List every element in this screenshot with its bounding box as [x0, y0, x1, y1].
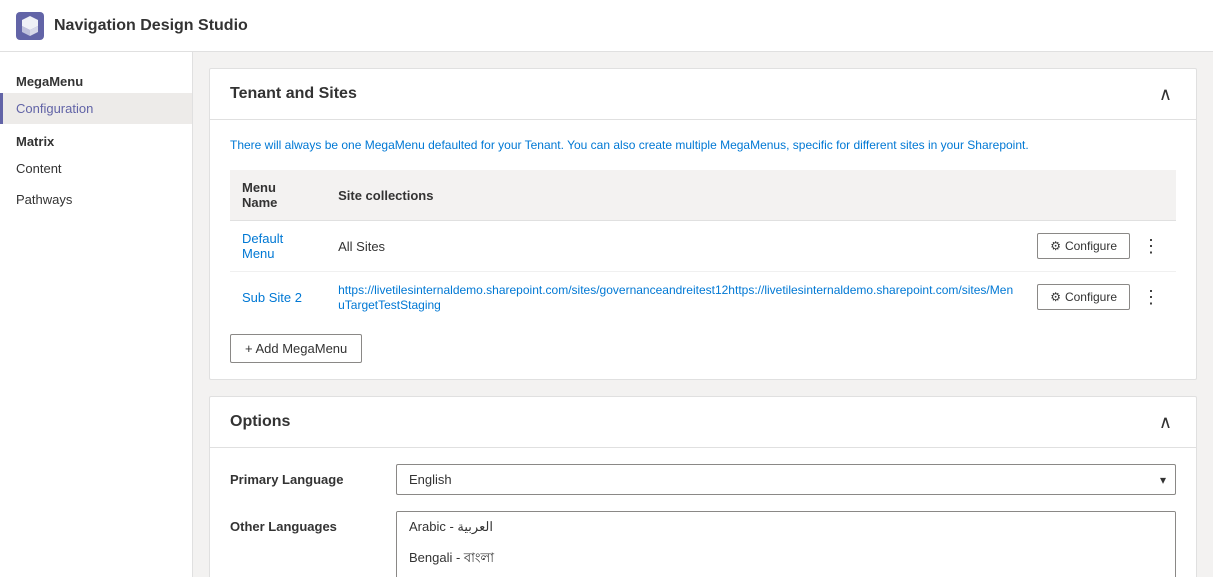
sidebar-item-configuration[interactable]: Configuration [0, 93, 192, 124]
tenant-sites-card-body: There will always be one MegaMenu defaul… [210, 120, 1196, 379]
sidebar: MegaMenu Configuration Matrix Content Pa… [0, 52, 193, 577]
list-item[interactable]: Arabic - العربية [397, 512, 1175, 542]
other-languages-row: Other Languages Arabic - العربية Bengali… [230, 511, 1176, 577]
sidebar-item-content[interactable]: Content [0, 153, 192, 184]
sidebar-item-pathways[interactable]: Pathways [0, 184, 192, 215]
col-menu-name: Menu Name [230, 170, 326, 221]
menu-name-cell: Sub Site 2 [230, 272, 326, 323]
menu-name-cell: Default Menu [230, 221, 326, 272]
other-languages-label: Other Languages [230, 511, 380, 534]
app-title: Navigation Design Studio [54, 17, 248, 35]
app-logo [16, 12, 44, 40]
primary-language-select-wrapper: English Arabic - العربية Bengali - বাংলা… [396, 464, 1176, 495]
table-header-row: Menu Name Site collections [230, 170, 1176, 221]
more-button-row1[interactable]: ⋮ [1138, 235, 1164, 257]
table-row: Default Menu All Sites ⚙ Configure [230, 221, 1176, 272]
gear-icon: ⚙ [1050, 239, 1061, 253]
more-button-row2[interactable]: ⋮ [1138, 286, 1164, 308]
main-content: Tenant and Sites ∧ There will always be … [193, 52, 1213, 577]
row-actions-cell: ⚙ Configure ⋮ [1025, 272, 1176, 323]
primary-language-row: Primary Language English Arabic - العربي… [230, 464, 1176, 495]
primary-language-control: English Arabic - العربية Bengali - বাংলা… [396, 464, 1176, 495]
options-title: Options [230, 413, 290, 431]
sidebar-section-matrix: Matrix [0, 124, 192, 153]
primary-language-label: Primary Language [230, 464, 380, 487]
options-collapse-button[interactable]: ∧ [1155, 413, 1176, 431]
tenant-sites-title: Tenant and Sites [230, 85, 357, 103]
list-item[interactable]: Bengali - বাংলা [397, 542, 1175, 577]
tenant-sites-card: Tenant and Sites ∧ There will always be … [209, 68, 1197, 380]
gear-icon: ⚙ [1050, 290, 1061, 304]
row-actions: ⚙ Configure ⋮ [1037, 233, 1164, 259]
tenant-sites-description: There will always be one MegaMenu defaul… [230, 136, 1176, 154]
site-collections-cell: All Sites [326, 221, 1025, 272]
col-actions [1025, 170, 1176, 221]
row-actions: ⚙ Configure ⋮ [1037, 284, 1164, 310]
tenant-sites-card-header: Tenant and Sites ∧ [210, 69, 1196, 120]
row-actions-cell: ⚙ Configure ⋮ [1025, 221, 1176, 272]
configure-button-row1[interactable]: ⚙ Configure [1037, 233, 1130, 259]
sidebar-section-megamenu: MegaMenu [0, 64, 192, 93]
table-row: Sub Site 2 https://livetilesinternaldemo… [230, 272, 1176, 323]
language-list[interactable]: Arabic - العربية Bengali - বাংলা Danish … [396, 511, 1176, 577]
primary-language-select[interactable]: English Arabic - العربية Bengali - বাংলা… [396, 464, 1176, 495]
other-languages-control: Arabic - العربية Bengali - বাংলা Danish … [396, 511, 1176, 577]
options-card-header: Options ∧ [210, 397, 1196, 448]
options-card-body: Primary Language English Arabic - العربي… [210, 448, 1196, 577]
site-collections-cell: https://livetilesinternaldemo.sharepoint… [326, 272, 1025, 323]
tenant-sites-collapse-button[interactable]: ∧ [1155, 85, 1176, 103]
configure-button-row2[interactable]: ⚙ Configure [1037, 284, 1130, 310]
col-site-collections: Site collections [326, 170, 1025, 221]
menu-table: Menu Name Site collections Default Menu … [230, 170, 1176, 322]
add-megamenu-button[interactable]: + Add MegaMenu [230, 334, 362, 363]
options-card: Options ∧ Primary Language English Arabi… [209, 396, 1197, 577]
app-header: Navigation Design Studio [0, 0, 1213, 52]
